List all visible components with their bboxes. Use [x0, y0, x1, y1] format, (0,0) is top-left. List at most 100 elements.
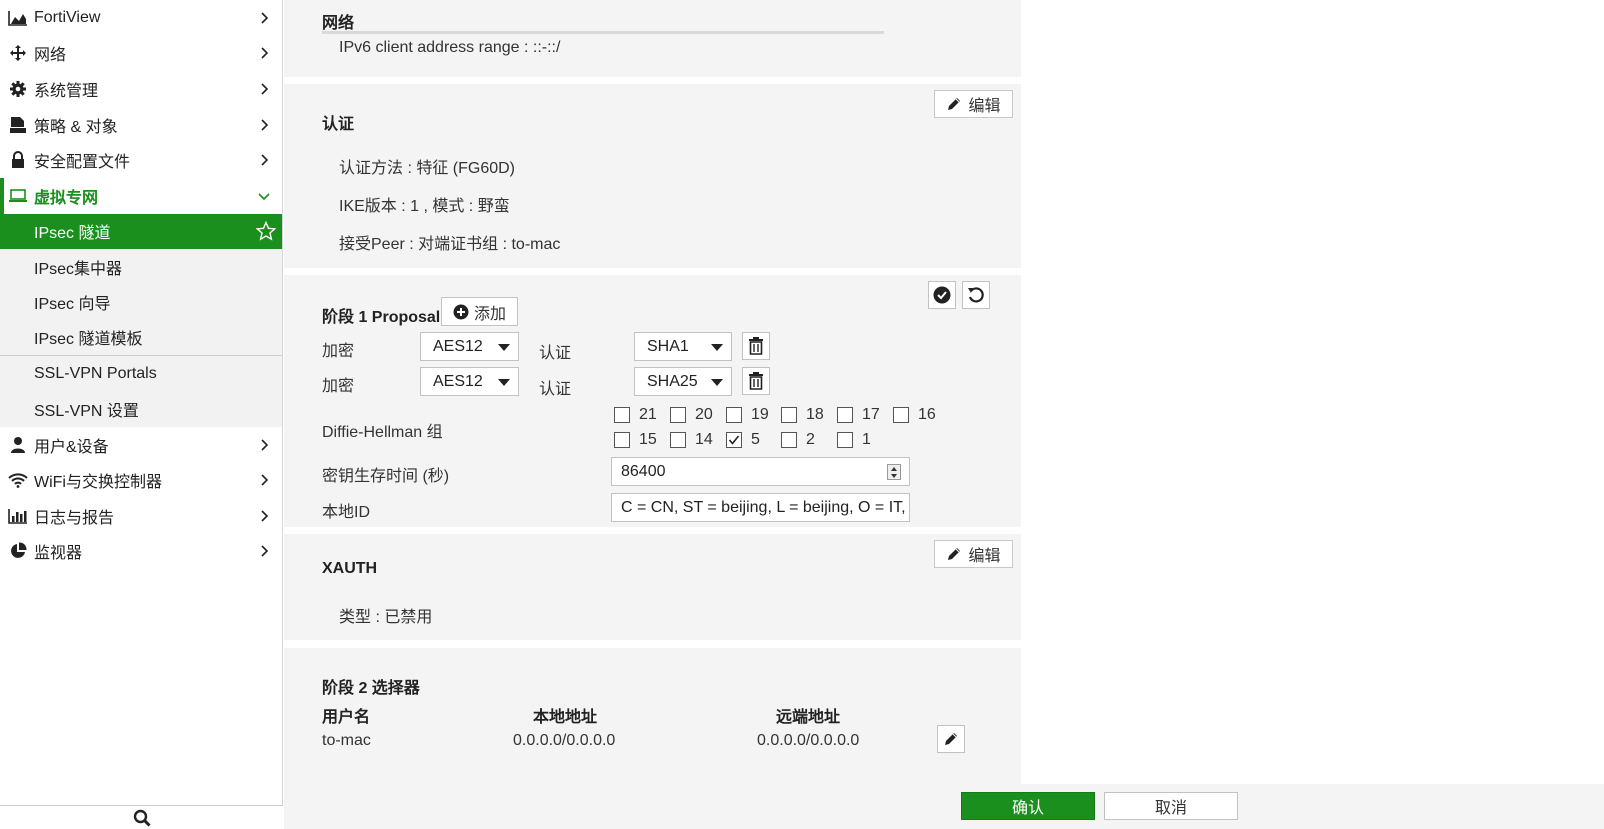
sidebar-item-ipsec-templates[interactable]: IPsec 隧道模板: [0, 319, 282, 356]
auth-edit-button[interactable]: 编辑: [934, 90, 1013, 118]
lock-icon: [8, 150, 28, 170]
sidebar-item-policy[interactable]: 策略 & 对象: [0, 107, 282, 143]
laptop-icon: [8, 186, 28, 206]
sidebar-item-wifi-switch[interactable]: WiFi与交换控制器: [0, 463, 282, 499]
dh-group-17[interactable]: 17: [837, 406, 880, 424]
authentication-select[interactable]: SHA25: [634, 367, 732, 396]
sidebar-item-label: 系统管理: [34, 82, 99, 100]
sidebar-item-user-device[interactable]: 用户&设备: [0, 427, 282, 463]
sidebar-item-label: 监视器: [34, 545, 83, 563]
undo-icon: [968, 287, 984, 303]
keylife-input[interactable]: 86400: [611, 457, 910, 486]
cancel-button[interactable]: 取消: [1104, 792, 1238, 820]
checkbox[interactable]: [726, 407, 742, 423]
xauth-type-text: 类型 : 已禁用: [339, 609, 433, 626]
chevron-right-icon: [261, 12, 269, 24]
add-proposal-button[interactable]: 添加: [441, 297, 518, 326]
encryption-select[interactable]: AES12: [420, 332, 519, 361]
dh-group-21[interactable]: 21: [614, 406, 657, 424]
divider: [322, 31, 884, 34]
delete-proposal-button[interactable]: [742, 332, 770, 360]
dh-group-15[interactable]: 15: [614, 431, 657, 449]
spinner-arrows-icon[interactable]: [887, 464, 901, 480]
dh-group-5[interactable]: 5: [726, 431, 760, 449]
sidebar-item-ipsec-wizard[interactable]: IPsec 向导: [0, 284, 282, 320]
sidebar-item-ssl-vpn-settings[interactable]: SSL-VPN 设置: [0, 391, 282, 427]
phase2-section: 阶段 2 选择器 用户名 本地地址 远端地址 to-mac 0.0.0.0/0.…: [284, 648, 1021, 784]
sidebar-item-vpn[interactable]: 虚拟专网: [0, 177, 282, 214]
cell-remote-address: 0.0.0.0/0.0.0.0: [757, 732, 860, 749]
dh-group-number: 20: [695, 406, 713, 423]
encryption-select[interactable]: AES12: [420, 367, 519, 396]
chevron-right-icon: [261, 474, 269, 486]
dh-group-number: 16: [918, 406, 936, 423]
localid-input[interactable]: C = CN, ST = beijing, L = beijing, O = I…: [611, 493, 910, 522]
dh-group-number: 5: [751, 431, 760, 448]
dh-group-14[interactable]: 14: [670, 431, 713, 449]
checkbox[interactable]: [670, 432, 686, 448]
dh-group-2[interactable]: 2: [781, 431, 815, 449]
dh-group-number: 2: [806, 431, 815, 448]
plus-circle-icon: [453, 304, 469, 319]
star-icon[interactable]: [256, 221, 276, 241]
dh-group-16[interactable]: 16: [893, 406, 936, 424]
sidebar-item-system[interactable]: 系统管理: [0, 71, 282, 107]
footer-bar: 确认 取消: [284, 784, 1604, 829]
main-content: 网络 IPv6 client address range : ::-::/ 编辑…: [284, 0, 1604, 829]
sidebar-item-ipsec-concentrator[interactable]: IPsec集中器: [0, 248, 282, 285]
auth-label: 认证: [539, 345, 572, 362]
keylife-label: 密钥生存时间 (秒): [322, 468, 450, 485]
chevron-down-icon: [258, 193, 270, 200]
dh-group-number: 18: [806, 406, 824, 423]
add-label: 添加: [473, 305, 506, 323]
checkbox[interactable]: [614, 407, 630, 423]
section-title: 网络: [322, 15, 355, 32]
area-chart-icon: [8, 8, 28, 28]
sidebar-item-log-report[interactable]: 日志与报告: [0, 498, 282, 534]
dh-group-label: Diffie-Hellman 组: [322, 424, 443, 441]
column-header-remote-address: 远端地址: [776, 709, 841, 726]
checkbox[interactable]: [781, 432, 797, 448]
chevron-right-icon: [261, 439, 269, 451]
dropdown-caret-icon: [711, 379, 723, 386]
select-value: AES12: [433, 372, 483, 390]
sidebar-item-fortiview[interactable]: FortiView: [0, 0, 282, 36]
sidebar-item-label: FortiView: [34, 8, 101, 26]
checkbox-checked[interactable]: [726, 432, 742, 448]
xauth-section: 编辑 XAUTH 类型 : 已禁用: [284, 534, 1021, 640]
localid-label: 本地ID: [322, 504, 371, 521]
checkbox[interactable]: [893, 407, 909, 423]
cell-local-address: 0.0.0.0/0.0.0.0: [513, 732, 616, 749]
gear-icon: [8, 79, 28, 99]
sidebar-item-monitor[interactable]: 监视器: [0, 534, 282, 570]
authentication-select[interactable]: SHA1: [634, 332, 732, 361]
dh-group-number: 15: [639, 431, 657, 448]
dh-group-1[interactable]: 1: [837, 431, 871, 449]
check-icon: [728, 435, 740, 445]
dh-group-20[interactable]: 20: [670, 406, 713, 424]
sidebar-item-ssl-vpn-portals[interactable]: SSL-VPN Portals: [0, 356, 282, 392]
delete-proposal-button[interactable]: [742, 367, 770, 395]
chevron-right-icon: [261, 83, 269, 95]
undo-button[interactable]: [962, 281, 990, 309]
ok-button[interactable]: 确认: [961, 792, 1095, 820]
dh-group-18[interactable]: 18: [781, 406, 824, 424]
select-value: SHA1: [647, 337, 689, 355]
sidebar-item-ipsec-tunnels[interactable]: IPsec 隧道: [0, 213, 282, 249]
sidebar-item-network[interactable]: 网络: [0, 36, 282, 72]
apply-button[interactable]: [928, 281, 956, 309]
checkbox[interactable]: [670, 407, 686, 423]
dropdown-caret-icon: [498, 344, 510, 351]
sidebar-search-button[interactable]: [0, 805, 283, 829]
checkbox[interactable]: [837, 432, 853, 448]
xauth-edit-button[interactable]: 编辑: [934, 540, 1013, 568]
checkbox[interactable]: [781, 407, 797, 423]
edit-selector-button[interactable]: [937, 725, 965, 753]
dh-group-19[interactable]: 19: [726, 406, 769, 424]
checkbox[interactable]: [614, 432, 630, 448]
sidebar-item-label: WiFi与交换控制器: [34, 474, 162, 492]
checkbox[interactable]: [837, 407, 853, 423]
sidebar-item-security-profiles[interactable]: 安全配置文件: [0, 142, 282, 178]
pie-chart-icon: [8, 541, 28, 561]
select-value: AES12: [433, 337, 483, 355]
